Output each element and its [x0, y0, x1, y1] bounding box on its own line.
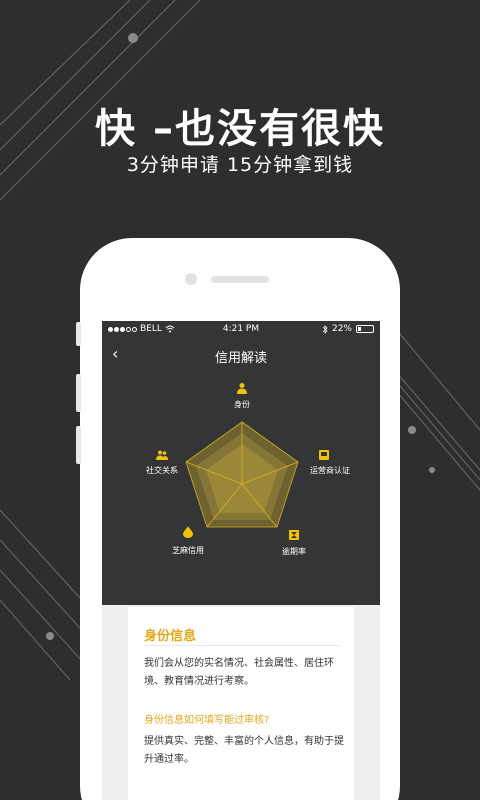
status-right: 22%	[322, 324, 374, 334]
page-title: 信用解读	[214, 351, 267, 366]
card-answer: 提供真实、完整、丰富的个人信息，有助于提升通过率。	[144, 736, 344, 765]
drop-icon	[183, 526, 193, 538]
phone-mute-switch	[76, 322, 81, 346]
phone-volume-down	[76, 426, 81, 464]
radar-label-carrier-auth: 运营商认证	[310, 466, 350, 475]
card-question: 身份信息如何填写能过审核?	[144, 715, 270, 726]
card-title: 身份信息	[144, 629, 197, 644]
card-description: 我们会从您的实名情况、社会属性、居住环境、教育情况进行考察。	[144, 658, 334, 687]
detail-section: 身份信息 我们会从您的实名情况、社会属性、居住环境、教育情况进行考察。 身份信息…	[102, 593, 380, 800]
radar-label-identity: 身份	[234, 400, 250, 409]
phone-speaker	[211, 276, 269, 283]
section-divider	[102, 593, 380, 605]
status-bar: BELL 4:21 PM 22%	[102, 321, 380, 339]
sim-card-icon	[319, 450, 329, 460]
credit-radar: 身份 运营商认证 逾期率 芝麻信用 社交关系	[102, 371, 380, 591]
card-divider	[144, 645, 340, 646]
bluetooth-icon	[322, 324, 328, 334]
radar-label-sesame-credit: 芝麻信用	[172, 546, 204, 555]
battery-percent: 22%	[331, 324, 352, 334]
nav-bar: ‹ 信用解读	[102, 339, 380, 371]
people-icon	[156, 450, 168, 460]
phone-volume-up	[76, 374, 81, 412]
phone-camera	[185, 273, 197, 285]
radar-label-overdue-rate: 逾期率	[282, 547, 306, 556]
app-screen: BELL 4:21 PM 22% ‹ 信用解读 身份 运营商认证 逾期率 芝麻信…	[102, 321, 380, 800]
promo-subline: 3分钟申请 15分钟拿到钱	[126, 154, 354, 176]
identity-info-card: 身份信息 我们会从您的实名情况、社会属性、居住环境、教育情况进行考察。 身份信息…	[128, 607, 354, 800]
promo-headline: 快 –也没有很快	[95, 106, 385, 152]
hourglass-icon	[289, 530, 299, 540]
person-icon	[237, 383, 247, 394]
radar-label-social: 社交关系	[146, 466, 178, 475]
battery-icon	[356, 325, 374, 333]
